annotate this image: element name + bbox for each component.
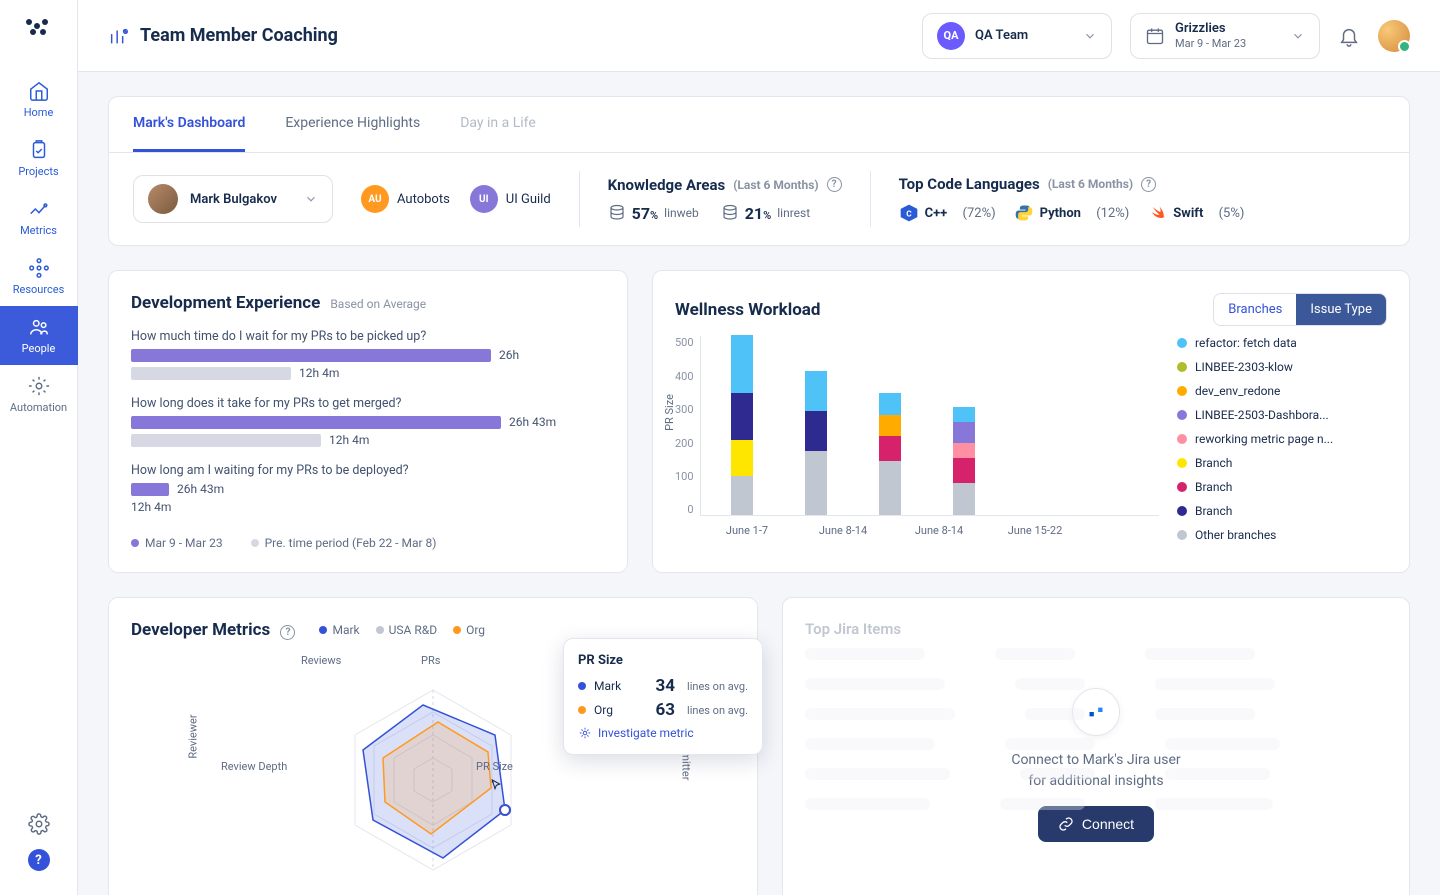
radar-tooltip: PR Size Mark34lines on avg. Org63lines o… xyxy=(563,638,763,755)
stacked-bar xyxy=(879,393,901,515)
devexp-question: How much time do I wait for my PRs to be… xyxy=(131,329,605,344)
clipboard-icon xyxy=(28,139,50,161)
wellness-workload-card: Wellness Workload Branches Issue Type PR… xyxy=(652,270,1410,573)
jira-icon xyxy=(1072,688,1120,736)
resources-icon xyxy=(28,257,50,279)
devexp-bar-previous xyxy=(131,434,321,447)
chevron-down-icon xyxy=(304,192,318,206)
app-logo-icon xyxy=(25,18,53,38)
page-title: Team Member Coaching xyxy=(108,25,338,47)
wellness-legend: refactor: fetch data LINBEE-2303-klow dev_… xyxy=(1177,336,1387,542)
squad-chip-autobots: AU xyxy=(361,185,389,213)
investigate-metric-link[interactable]: Investigate metric xyxy=(578,726,748,740)
person-select[interactable]: Mark Bulgakov xyxy=(133,175,333,223)
metrics-icon xyxy=(28,198,50,220)
link-icon xyxy=(1058,816,1074,832)
x-axis: June 1-7June 8-14June 8-14June 15-22 xyxy=(675,524,1159,537)
database-icon xyxy=(721,204,739,222)
top-languages: Top Code Languages (Last 6 Months) ? C C… xyxy=(899,175,1245,223)
topbar: Team Member Coaching QA QA Team Grizzlie… xyxy=(78,0,1440,72)
legend-item: Other branches xyxy=(1177,528,1387,542)
devexp-bar-previous xyxy=(131,367,291,380)
settings-icon[interactable] xyxy=(28,813,50,835)
legend-item: reworking metric page n... xyxy=(1177,432,1387,446)
database-icon xyxy=(608,204,626,222)
squad-chip-ui-guild: UI xyxy=(470,185,498,213)
team-select[interactable]: QA QA Team xyxy=(922,13,1112,59)
help-icon[interactable]: ? xyxy=(280,625,295,640)
development-experience-card: Development ExperienceBased on Average H… xyxy=(108,270,628,573)
sidebar-item-automation[interactable]: Automation xyxy=(0,365,78,424)
legend-item: Branch xyxy=(1177,480,1387,494)
devexp-question: How long does it take for my PRs to get … xyxy=(131,396,605,411)
legend-item: Branch xyxy=(1177,456,1387,470)
period-select[interactable]: Grizzlies Mar 9 - Mar 23 xyxy=(1130,13,1320,59)
toggle-issue-type[interactable]: Issue Type xyxy=(1296,294,1386,325)
legend-item: Branch xyxy=(1177,504,1387,518)
stacked-bar xyxy=(953,407,975,515)
devexp-bar-current xyxy=(131,416,501,429)
tab-day-in-life: Day in a Life xyxy=(460,97,536,152)
help-icon[interactable]: ? xyxy=(827,177,842,192)
swift-icon xyxy=(1147,203,1167,223)
sidebar-item-resources[interactable]: Resources xyxy=(0,247,78,306)
people-icon xyxy=(28,316,50,338)
devexp-question: How long am I waiting for my PRs to be d… xyxy=(131,463,605,478)
help-icon[interactable]: ? xyxy=(1141,177,1156,192)
svg-text:C: C xyxy=(906,210,912,220)
sidebar-item-projects[interactable]: Projects xyxy=(0,129,78,188)
help-icon[interactable]: ? xyxy=(28,849,50,871)
python-icon xyxy=(1014,203,1034,223)
tab-dashboard[interactable]: Mark's Dashboard xyxy=(133,97,245,152)
calendar-icon xyxy=(1145,26,1165,46)
stacked-bar xyxy=(731,335,753,515)
user-avatar[interactable] xyxy=(1378,20,1410,52)
devexp-bar-current xyxy=(131,483,169,496)
stacked-bar xyxy=(805,371,827,515)
person-avatar xyxy=(148,184,178,214)
knowledge-areas: Knowledge Areas (Last 6 Months) ? 57% li… xyxy=(608,176,842,223)
toggle-branches[interactable]: Branches xyxy=(1214,294,1296,325)
tabs: Mark's Dashboard Experience Highlights D… xyxy=(108,96,1410,153)
devexp-legend: Mar 9 - Mar 23 Pre. time period (Feb 22 … xyxy=(131,536,605,550)
chevron-down-icon xyxy=(1083,29,1097,43)
coaching-icon xyxy=(108,25,130,47)
top-jira-items-card: Top Jira Items Connect to Mark's Jira us… xyxy=(782,597,1410,895)
devexp-bar-current xyxy=(131,349,491,362)
legend-item: LINBEE-2503-Dashbora... xyxy=(1177,408,1387,422)
developer-metrics-card: Developer Metrics ? Mark USA R&D Org xyxy=(108,597,758,895)
sidebar-item-people[interactable]: People xyxy=(0,306,78,365)
wellness-toggle[interactable]: Branches Issue Type xyxy=(1213,293,1387,326)
team-badge: QA xyxy=(937,22,965,50)
connect-button[interactable]: Connect xyxy=(1038,806,1154,842)
cpp-icon: C xyxy=(899,203,919,223)
notifications-icon[interactable] xyxy=(1338,25,1360,47)
profile-row: Mark Bulgakov AU Autobots UI UI Guild Kn… xyxy=(108,153,1410,246)
legend-item: refactor: fetch data xyxy=(1177,336,1387,350)
tab-experience-highlights[interactable]: Experience Highlights xyxy=(285,97,420,152)
y-axis: PR Size 5004003002001000 xyxy=(675,336,700,516)
chevron-down-icon xyxy=(1291,29,1305,43)
stacked-bar-chart xyxy=(700,336,1159,516)
legend-item: dev_env_redone xyxy=(1177,384,1387,398)
home-icon xyxy=(28,80,50,102)
sidebar-item-metrics[interactable]: Metrics xyxy=(0,188,78,247)
cursor-icon xyxy=(487,778,503,794)
sidebar: Home Projects Metrics Resources People A… xyxy=(0,0,78,895)
sparkle-icon xyxy=(578,726,592,740)
automation-icon xyxy=(28,375,50,397)
sidebar-item-home[interactable]: Home xyxy=(0,70,78,129)
legend-item: LINBEE-2303-klow xyxy=(1177,360,1387,374)
